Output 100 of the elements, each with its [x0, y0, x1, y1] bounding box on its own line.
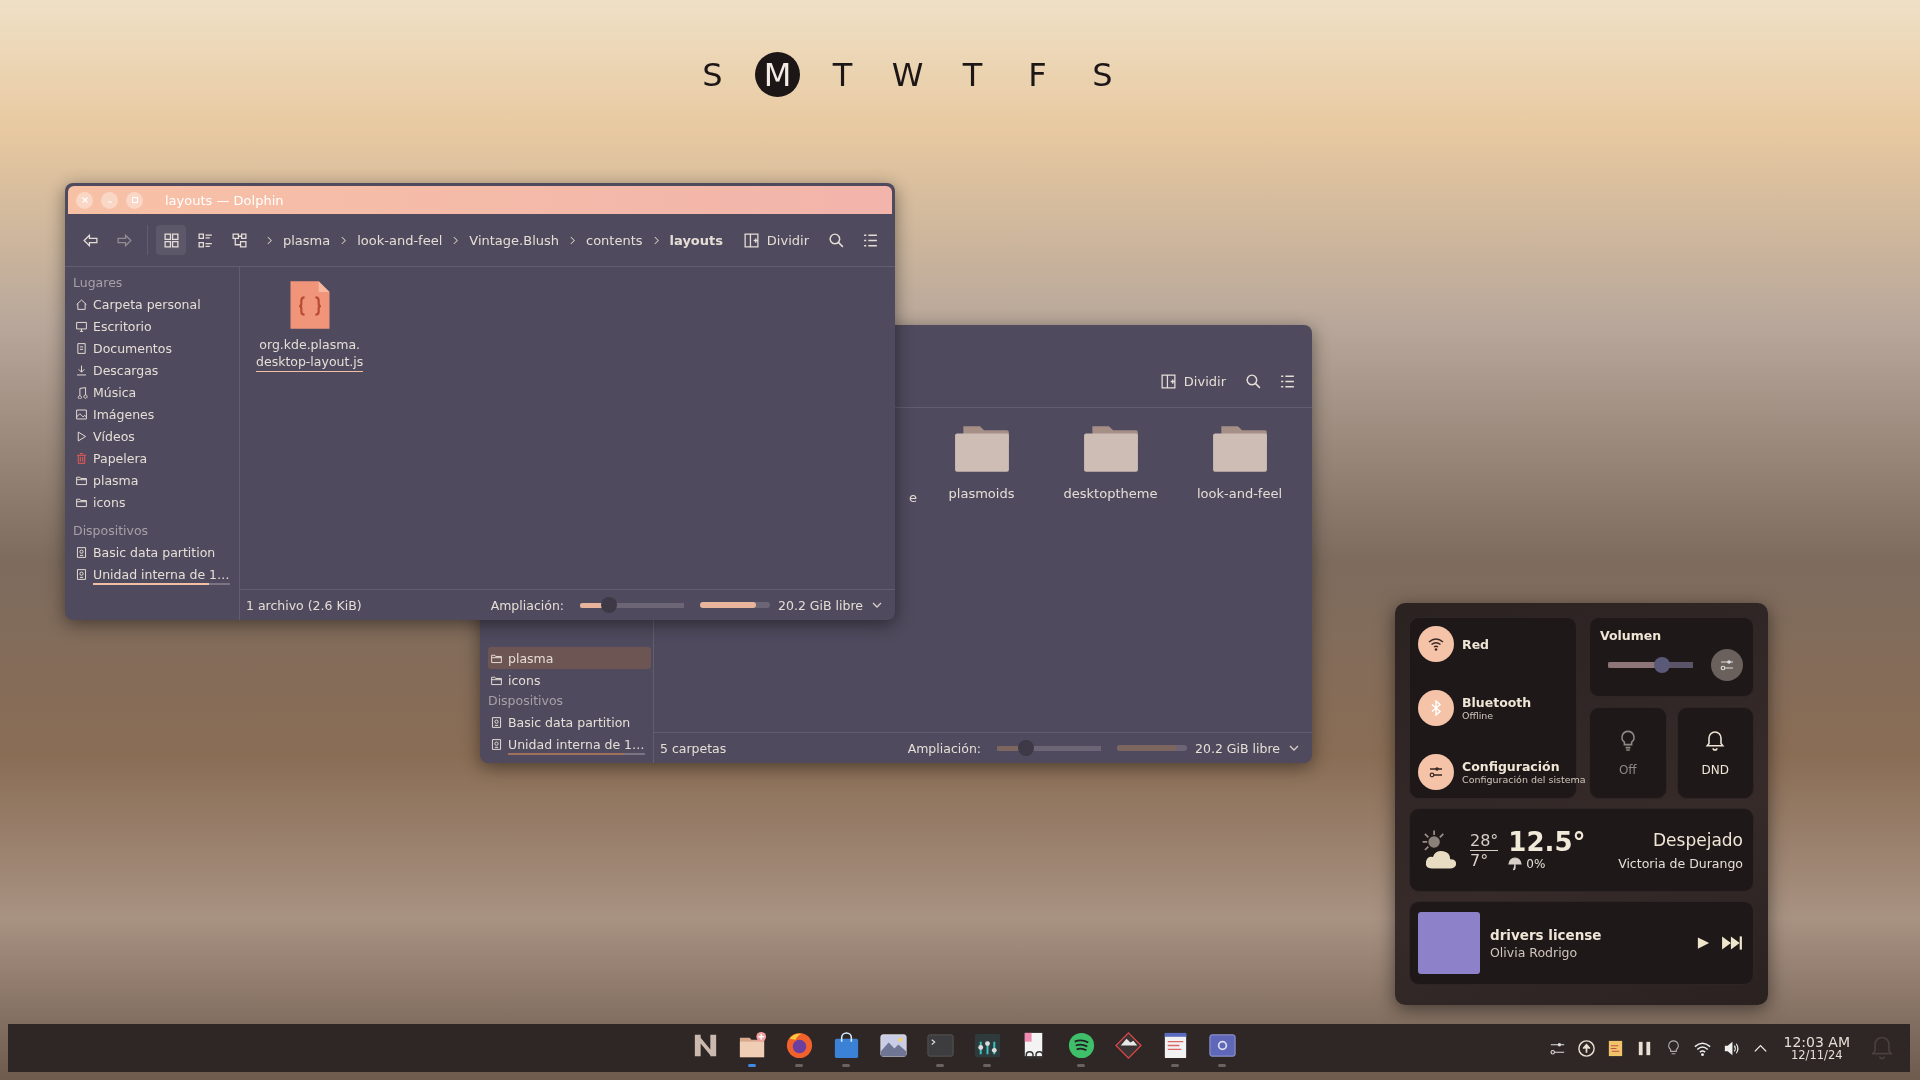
- window-title: layouts — Dolphin: [165, 192, 284, 208]
- chevron-right-icon: [452, 234, 460, 246]
- toggle-button[interactable]: DND: [1676, 707, 1754, 799]
- file-label: e: [909, 490, 917, 505]
- home-icon: [75, 297, 88, 311]
- upload-icon[interactable]: [1576, 1038, 1596, 1058]
- sidebar-item[interactable]: Unidad interna de 1…: [73, 563, 237, 585]
- sidebar-item[interactable]: Documentos: [73, 337, 237, 359]
- status-text: 5 carpetas: [660, 740, 727, 756]
- clock-time[interactable]: 12:03 AM: [1783, 1034, 1850, 1050]
- sidebar-item[interactable]: Unidad interna de 1…: [488, 733, 651, 755]
- back-arrow-icon: [81, 231, 99, 249]
- tile-title: Red: [1462, 636, 1490, 652]
- search-icon: [827, 231, 845, 249]
- sliders-icon[interactable]: [1418, 754, 1454, 790]
- sidebar-item[interactable]: Escritorio: [73, 315, 237, 337]
- bluetooth-icon[interactable]: [1418, 690, 1454, 726]
- free-space-text: 20.2 GiB libre: [1195, 740, 1280, 756]
- file-item[interactable]: org.kde.plasma. desktop-layout.js: [250, 277, 370, 579]
- album-art-placeholder: [1418, 912, 1480, 974]
- sidebar-item[interactable]: Vídeos: [73, 425, 237, 447]
- sidebar-item[interactable]: plasma: [73, 469, 237, 491]
- weekday-label: S: [701, 54, 724, 96]
- sidebar-item[interactable]: icons: [488, 669, 651, 691]
- disk-space-bar: [1117, 745, 1188, 751]
- icon-view-button[interactable]: [156, 225, 186, 255]
- close-icon: [79, 195, 90, 205]
- mountain-icon: [1112, 1029, 1144, 1061]
- sidebar-item[interactable]: Basic data partition: [488, 711, 651, 733]
- free-space-text: 20.2 GiB libre: [778, 597, 863, 613]
- play-button[interactable]: [1696, 935, 1711, 951]
- umbrella-icon: [1508, 856, 1523, 871]
- breadcrumb-item[interactable]: look-and-feel: [357, 232, 443, 248]
- sidebar-item[interactable]: Descargas: [73, 359, 237, 381]
- split-view-icon: [1159, 372, 1177, 390]
- precipitation-text: 0%: [1526, 856, 1546, 871]
- tile-title: Bluetooth: [1462, 695, 1532, 710]
- chevron-right-icon: [340, 234, 348, 246]
- chevron-right-icon: [569, 234, 576, 246]
- monitor-icon: [75, 319, 88, 333]
- grid-icon: [162, 231, 180, 249]
- zoom-label: Ampliación:: [907, 740, 982, 756]
- weekday-label: T: [961, 54, 984, 96]
- music-note-icon: [75, 385, 88, 399]
- breadcrumb-item[interactable]: Vintage.Blush: [469, 232, 559, 248]
- drive-icon: [75, 545, 88, 559]
- drive-icon: [75, 567, 88, 581]
- sidebar-item[interactable]: icons: [73, 491, 237, 513]
- folder-item[interactable]: desktoptheme: [1046, 424, 1175, 501]
- split-view-icon: [742, 231, 760, 249]
- weather-condition: Despejado: [1653, 829, 1743, 850]
- menu-icon: [861, 231, 879, 249]
- zoom-label: Ampliación:: [490, 597, 565, 613]
- high-temperature: 28°: [1470, 830, 1499, 851]
- folder-item[interactable]: plasmoids: [917, 424, 1046, 501]
- track-title: drivers license: [1490, 926, 1602, 943]
- volume-label: Volumen: [1600, 628, 1663, 643]
- sidebar-item[interactable]: Basic data partition: [73, 541, 237, 563]
- download-icon: [75, 363, 88, 377]
- image-icon: [75, 407, 88, 421]
- split-button[interactable]: Dividir: [1151, 366, 1234, 396]
- next-track-button[interactable]: [1721, 934, 1743, 952]
- maximize-icon: [129, 195, 140, 205]
- chevron-right-icon: [266, 234, 273, 246]
- sidebar-heading: Dispositivos: [73, 522, 150, 540]
- sidebar-item[interactable]: plasma: [488, 647, 651, 669]
- track-artist: Olivia Rodrigo: [1490, 944, 1579, 960]
- folder-icon: [1210, 424, 1269, 474]
- list-icon: [196, 231, 214, 249]
- sidebar-item[interactable]: Carpeta personal: [73, 293, 237, 315]
- breadcrumb-item[interactable]: contents: [586, 232, 643, 248]
- breadcrumb-item[interactable]: layouts: [669, 232, 723, 248]
- toggle-button[interactable]: Off: [1589, 707, 1667, 799]
- status-text: 1 archivo (2.6 KiB): [246, 597, 362, 613]
- mixer-settings-icon[interactable]: [1711, 649, 1743, 681]
- folder-item[interactable]: look-and-feel: [1175, 424, 1304, 501]
- clock-date[interactable]: 12/11/24: [1790, 1049, 1843, 1062]
- sidebar-heading: Lugares: [73, 274, 124, 292]
- tree-icon: [230, 231, 248, 249]
- sidebar-heading: Dispositivos: [488, 692, 565, 710]
- weekday-label: F: [1027, 54, 1048, 96]
- folder-icon: [952, 424, 1011, 474]
- weekday-label: W: [890, 54, 925, 96]
- search-icon: [1244, 372, 1262, 390]
- split-button[interactable]: Dividir: [734, 225, 817, 255]
- sidebar-item[interactable]: Imágenes: [73, 403, 237, 425]
- breadcrumb-item[interactable]: plasma: [283, 232, 331, 248]
- wifi-icon[interactable]: [1418, 626, 1454, 662]
- sidebar-item[interactable]: Papelera: [73, 447, 237, 469]
- current-temperature: 12.5°: [1508, 829, 1586, 857]
- chevron-right-icon: [652, 234, 660, 246]
- weather-location: Victoria de Durango: [1618, 855, 1743, 871]
- drive-icon: [490, 715, 503, 729]
- trash-icon: [75, 451, 88, 465]
- menu-icon: [1278, 372, 1296, 390]
- weekday-label: T: [831, 54, 854, 96]
- tile-subtitle: Configuración del sistema: [1462, 774, 1586, 785]
- sidebar-item[interactable]: Música: [73, 381, 237, 403]
- document-icon: [75, 341, 88, 355]
- tile-subtitle: Offline: [1462, 710, 1495, 721]
